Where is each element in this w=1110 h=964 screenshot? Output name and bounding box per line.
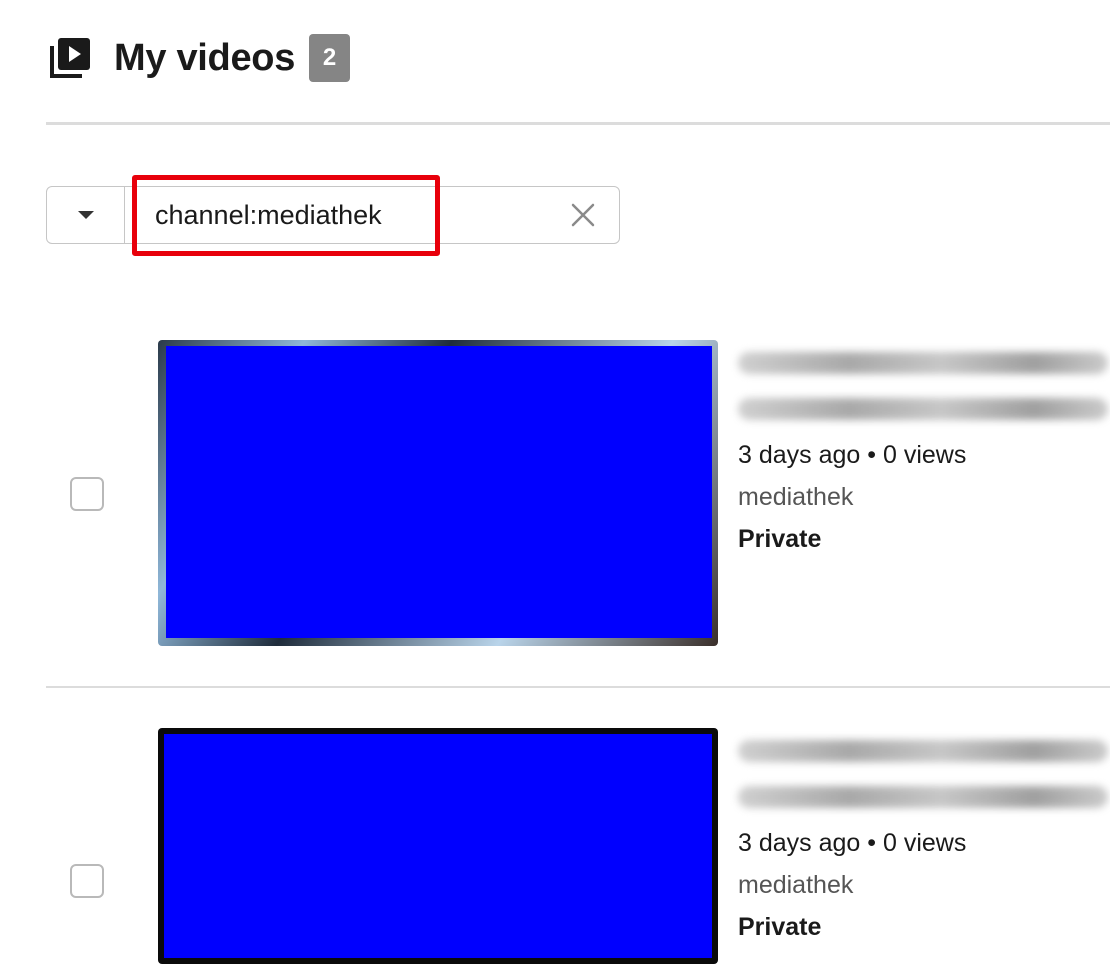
video-time-ago: 3 days ago (738, 441, 861, 469)
video-channel: mediathek (738, 483, 854, 511)
page-header: My videos 2 (48, 28, 351, 88)
video-time-ago: 3 days ago (738, 829, 861, 857)
video-visibility: Private (738, 525, 822, 553)
video-views: 0 views (883, 441, 967, 469)
video-select-checkbox[interactable] (70, 477, 104, 511)
video-select-checkbox[interactable] (70, 864, 104, 898)
clear-search-button[interactable] (547, 187, 619, 243)
close-icon (571, 203, 595, 227)
blurred-title-line (738, 786, 1108, 808)
video-meta: 3 days ago • 0 views mediathek Private (738, 434, 966, 560)
blurred-title-line (738, 352, 1108, 374)
video-thumbnail[interactable] (158, 728, 718, 964)
video-views: 0 views (883, 829, 967, 857)
video-thumbnail[interactable] (158, 340, 718, 646)
caret-down-icon (77, 211, 94, 219)
header-divider (46, 122, 1110, 125)
video-channel: mediathek (738, 871, 854, 899)
search-input[interactable] (125, 187, 547, 243)
meta-separator: • (867, 441, 877, 469)
blurred-title-line (738, 740, 1108, 762)
video-meta: 3 days ago • 0 views mediathek Private (738, 822, 966, 948)
page-title: My videos (114, 36, 296, 79)
video-visibility: Private (738, 913, 822, 941)
row-divider (46, 686, 1110, 688)
my-videos-page: My videos 2 3 days ago • 0 views med (0, 0, 1110, 964)
blurred-title-line (738, 398, 1108, 420)
thumbnail-redaction (166, 346, 712, 638)
video-count-badge: 2 (309, 34, 351, 82)
video-library-icon (50, 38, 90, 78)
meta-separator: • (867, 829, 877, 857)
video-stats: 3 days ago • 0 views (738, 822, 966, 864)
thumbnail-redaction (164, 734, 712, 958)
search-filter-bar (46, 186, 620, 244)
filter-dropdown-button[interactable] (47, 187, 125, 243)
video-stats: 3 days ago • 0 views (738, 434, 966, 476)
